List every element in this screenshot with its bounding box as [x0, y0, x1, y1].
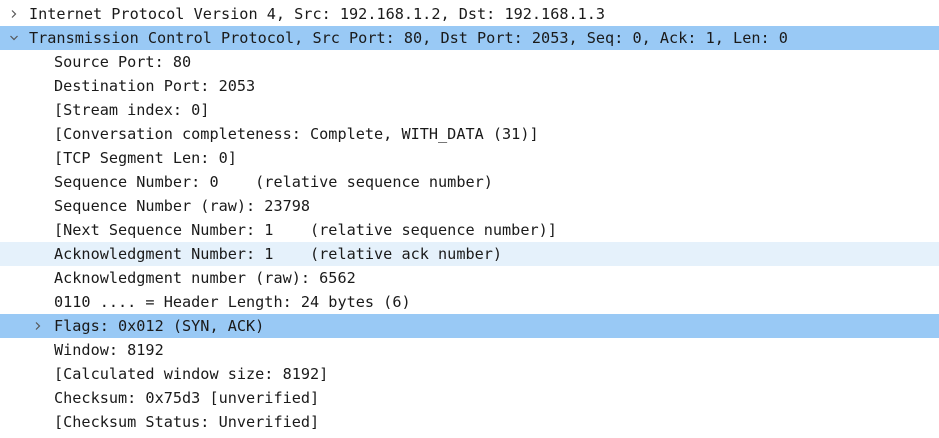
tree-row[interactable]: Sequence Number: 0 (relative sequence nu…	[0, 170, 939, 194]
packet-details-tree[interactable]: Internet Protocol Version 4, Src: 192.16…	[0, 0, 939, 438]
tree-row-label: Internet Protocol Version 4, Src: 192.16…	[29, 5, 606, 23]
tree-row-label: Checksum: 0x75d3 [unverified]	[54, 389, 320, 407]
tree-row-label: Source Port: 80	[54, 53, 192, 71]
tree-row-label: [Stream index: 0]	[54, 101, 210, 119]
tree-row[interactable]: 0110 .... = Header Length: 24 bytes (6)	[0, 290, 939, 314]
tree-row-label: Flags: 0x012 (SYN, ACK)	[54, 317, 265, 335]
tree-row[interactable]: Acknowledgment Number: 1 (relative ack n…	[0, 242, 939, 266]
tree-row[interactable]: Internet Protocol Version 4, Src: 192.16…	[0, 2, 939, 26]
tree-row[interactable]: [Checksum Status: Unverified]	[0, 410, 939, 434]
tree-row-label: Acknowledgment number (raw): 6562	[54, 269, 356, 287]
tree-row[interactable]: Window: 8192	[0, 338, 939, 362]
tree-row-label: [Checksum Status: Unverified]	[54, 413, 320, 431]
tree-row[interactable]: [Calculated window size: 8192]	[0, 362, 939, 386]
tree-row-label: [TCP Segment Len: 0]	[54, 149, 237, 167]
tree-row-label: Transmission Control Protocol, Src Port:…	[29, 29, 788, 47]
tree-row-label: Window: 8192	[54, 341, 164, 359]
tree-row[interactable]: Destination Port: 2053	[0, 74, 939, 98]
tree-row[interactable]: Sequence Number (raw): 23798	[0, 194, 939, 218]
tree-row-label: 0110 .... = Header Length: 24 bytes (6)	[54, 293, 411, 311]
tree-row-label: [Next Sequence Number: 1 (relative seque…	[54, 221, 557, 239]
tree-row[interactable]: Flags: 0x012 (SYN, ACK)	[0, 314, 939, 338]
tree-row[interactable]: Transmission Control Protocol, Src Port:…	[0, 26, 939, 50]
tree-row-label: Acknowledgment Number: 1 (relative ack n…	[54, 245, 503, 263]
tree-row[interactable]: Acknowledgment number (raw): 6562	[0, 266, 939, 290]
chevron-down-icon[interactable]	[6, 26, 22, 50]
chevron-right-icon[interactable]	[30, 314, 46, 338]
tree-row[interactable]: [Next Sequence Number: 1 (relative seque…	[0, 218, 939, 242]
tree-row[interactable]: [Conversation completeness: Complete, WI…	[0, 122, 939, 146]
tree-row[interactable]: Source Port: 80	[0, 50, 939, 74]
tree-row-label: [Calculated window size: 8192]	[54, 365, 329, 383]
tree-row-label: Destination Port: 2053	[54, 77, 256, 95]
tree-row[interactable]: Checksum: 0x75d3 [unverified]	[0, 386, 939, 410]
tree-row-label: Sequence Number (raw): 23798	[54, 197, 311, 215]
tree-row-label: [Conversation completeness: Complete, WI…	[54, 125, 539, 143]
tree-row[interactable]: [TCP Segment Len: 0]	[0, 146, 939, 170]
tree-row[interactable]: [Stream index: 0]	[0, 98, 939, 122]
tree-row-label: Sequence Number: 0 (relative sequence nu…	[54, 173, 493, 191]
chevron-right-icon[interactable]	[6, 2, 22, 26]
